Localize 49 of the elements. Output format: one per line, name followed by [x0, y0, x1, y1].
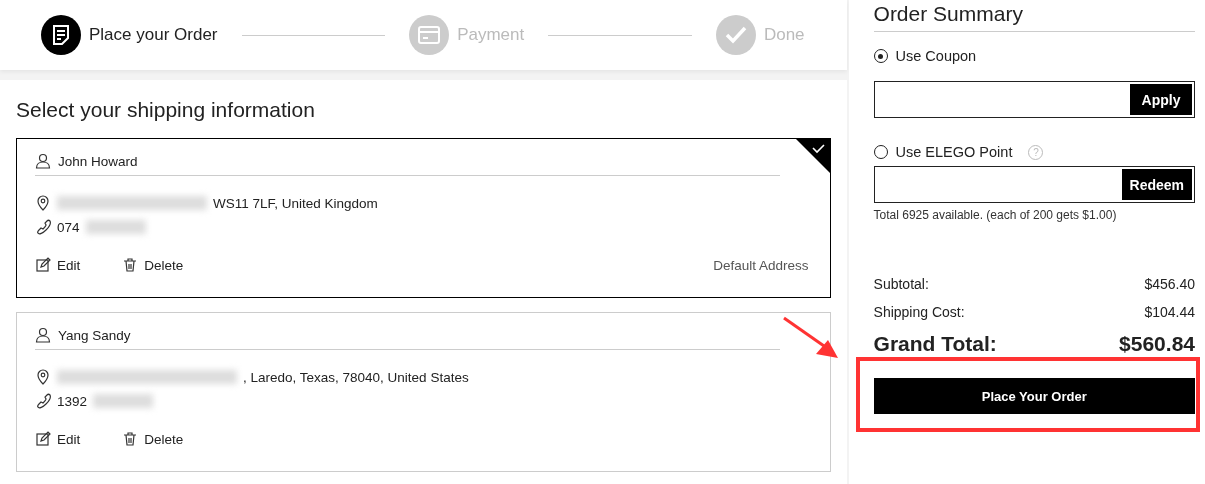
location-pin-icon — [35, 195, 51, 211]
address-card[interactable]: Yang Sandy , Laredo, Texas, 78040, United States 1392 Edit Delete — [16, 312, 831, 472]
edit-link[interactable]: Edit — [35, 431, 81, 447]
order-form-icon — [50, 24, 72, 46]
default-address-label: Default Address — [713, 257, 809, 273]
phone-text: 1392 — [57, 393, 88, 409]
total-value: $560.84 — [1119, 332, 1195, 356]
address-card[interactable]: John Howard WS11 7LF, United Kingdom 074 Edit Delete Default Address — [16, 138, 831, 298]
step-label: Done — [763, 25, 805, 45]
delete-link[interactable]: Delete — [122, 257, 184, 273]
total-label: Subtotal: — [873, 276, 929, 292]
annotation-arrow — [782, 316, 840, 360]
delete-link[interactable]: Delete — [122, 431, 184, 447]
section-title: Select your shipping information — [16, 98, 316, 122]
selected-corner-icon — [795, 139, 830, 173]
apply-button[interactable]: Apply — [1130, 84, 1192, 115]
redeem-button[interactable]: Redeem — [1121, 169, 1192, 200]
edit-icon — [35, 257, 51, 273]
points-note: Total 6925 available. (each of 200 gets $1.00) — [873, 208, 1118, 222]
recipient-name: Yang Sandy — [58, 327, 131, 343]
phone-icon — [35, 219, 51, 235]
radio-label: Use Coupon — [895, 48, 977, 64]
summary-title: Order Summary — [873, 0, 1195, 32]
step-label: Payment — [457, 25, 525, 45]
redaction-blur — [93, 394, 154, 408]
total-label: Grand Total: — [873, 332, 997, 356]
total-value: $104.44 — [1144, 304, 1195, 320]
check-icon — [723, 25, 748, 45]
step-label: Place your Order — [89, 25, 218, 45]
recipient-name: John Howard — [58, 153, 138, 169]
radio-label: Use ELEGO Point — [895, 144, 1013, 160]
total-label: Shipping Cost: — [873, 304, 965, 320]
redaction-blur — [85, 220, 146, 234]
address-text: , Laredo, Texas, 78040, United States — [243, 369, 469, 385]
trash-icon — [122, 257, 139, 273]
card-icon — [417, 25, 442, 45]
phone-text: 074 — [57, 219, 80, 235]
location-pin-icon — [35, 369, 51, 385]
edit-link[interactable]: Edit — [35, 257, 81, 273]
place-order-button[interactable]: Place Your Order — [873, 378, 1195, 414]
trash-icon — [122, 431, 139, 447]
phone-icon — [35, 393, 51, 409]
address-text: WS11 7LF, United Kingdom — [213, 195, 378, 211]
person-icon — [35, 153, 51, 169]
person-icon — [35, 327, 51, 343]
code-input-field[interactable]: Redeem — [873, 166, 1195, 203]
total-value: $456.40 — [1144, 276, 1195, 292]
edit-icon — [35, 431, 51, 447]
code-input-field[interactable]: Apply — [873, 81, 1195, 118]
